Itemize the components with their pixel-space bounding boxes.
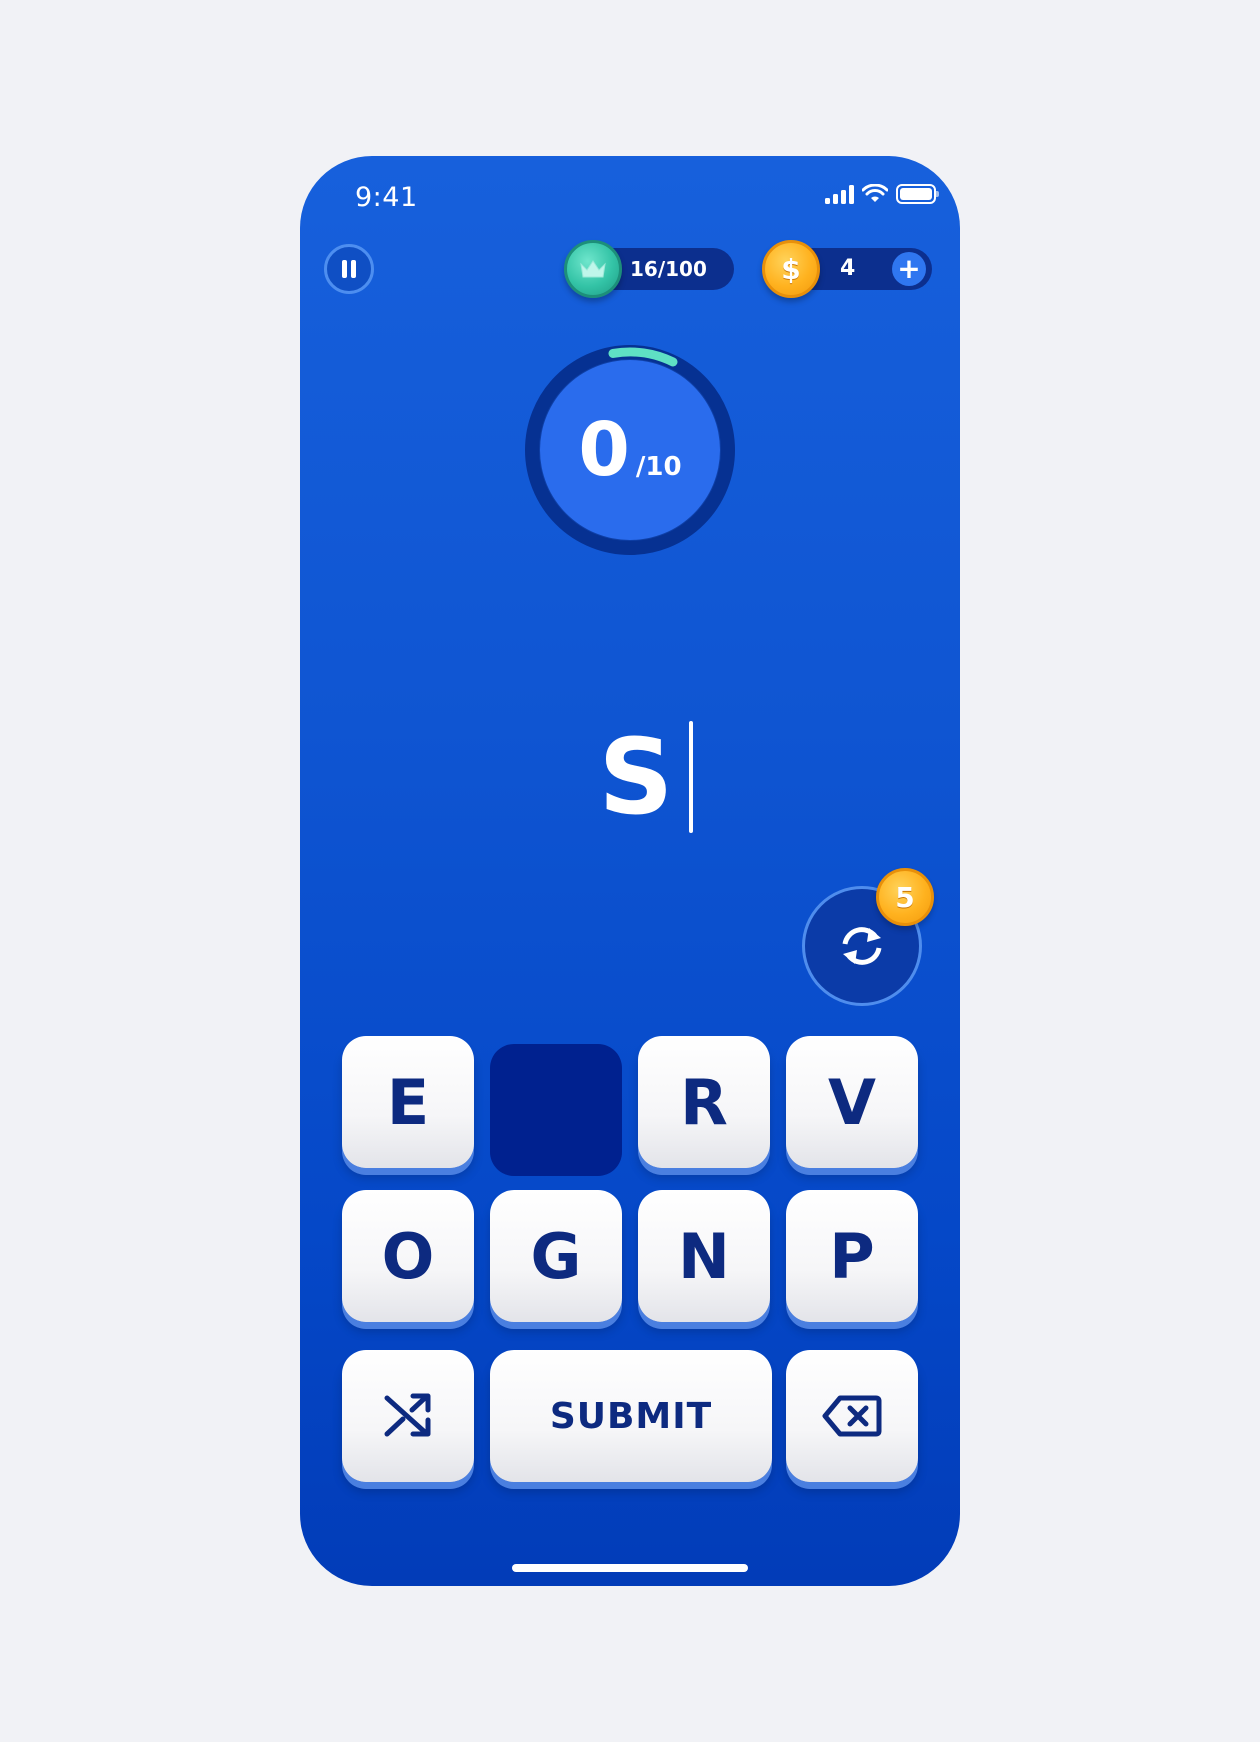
game-screen: 9:41 16/100 4 $ + 0 /10 S 5 E R V O G N … [300, 156, 960, 1586]
score-ring: 0 /10 [524, 344, 736, 556]
refresh-cost-coin: 5 [876, 868, 934, 926]
submit-button[interactable]: SUBMIT [490, 1350, 772, 1482]
letter-tile-o[interactable]: O [342, 1190, 474, 1322]
letter-tile-p[interactable]: P [786, 1190, 918, 1322]
signal-icon [825, 184, 854, 204]
score-total: /10 [635, 452, 682, 482]
level-progress-text: 16/100 [630, 257, 707, 281]
letter-tile-v[interactable]: V [786, 1036, 918, 1168]
shuffle-button[interactable] [342, 1350, 474, 1482]
home-indicator [512, 1564, 748, 1572]
letter-tile-r[interactable]: R [638, 1036, 770, 1168]
coin-count: 4 [840, 256, 856, 281]
pause-icon [342, 260, 347, 278]
current-word: S [300, 716, 960, 838]
refresh-icon [842, 927, 882, 965]
letter-tile-g[interactable]: G [490, 1190, 622, 1322]
current-word-text: S [598, 716, 674, 838]
shuffle-icon [384, 1393, 431, 1437]
letter-tile-e[interactable]: E [342, 1036, 474, 1168]
crown-icon [564, 240, 622, 298]
add-coins-button[interactable]: + [892, 252, 926, 286]
backspace-button[interactable] [786, 1350, 918, 1482]
text-caret [689, 721, 694, 833]
letter-tile-n[interactable]: N [638, 1190, 770, 1322]
backspace-icon [822, 1395, 882, 1437]
coin-icon: $ [762, 240, 820, 298]
score-display: 0 /10 [540, 360, 720, 540]
status-icons [825, 184, 939, 204]
wifi-icon [862, 184, 888, 202]
status-time: 9:41 [355, 182, 418, 213]
score-value: 0 [578, 407, 630, 493]
battery-icon [896, 184, 939, 204]
pause-button[interactable] [324, 244, 374, 294]
letter-tile-empty [490, 1044, 622, 1176]
